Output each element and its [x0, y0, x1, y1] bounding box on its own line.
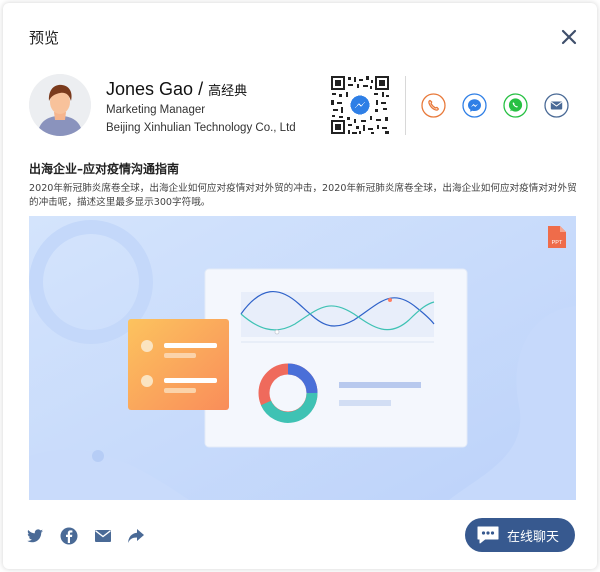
contact-name: Jones Gao / 高经典 — [106, 79, 247, 100]
preview-card: 预览 Jones Gao / 高经典 Marketing Manager Bei… — [3, 3, 597, 569]
name-chinese: 高经典 — [208, 84, 248, 99]
article-description: 2020年新冠肺炎席卷全球，出海企业如何应对疫情对对外贸的冲击，2020年新冠肺… — [29, 183, 577, 208]
close-icon[interactable] — [559, 27, 579, 47]
page-title: 预览 — [29, 29, 60, 47]
online-chat-button[interactable]: 在线聊天 — [465, 518, 575, 552]
email-share-icon[interactable] — [93, 526, 113, 546]
messenger-icon[interactable] — [462, 93, 487, 118]
email-icon[interactable] — [544, 93, 569, 118]
twitter-icon[interactable] — [25, 526, 45, 546]
phone-icon[interactable] — [421, 93, 446, 118]
file-type-badge: PPT — [552, 240, 563, 246]
article-title: 出海企业–应对疫情沟通指南 — [29, 162, 180, 176]
chat-bubble-icon — [477, 526, 499, 544]
share-arrow-icon[interactable] — [126, 526, 146, 546]
job-title: Marketing Manager — [106, 104, 206, 116]
divider — [405, 76, 406, 135]
name-separator: / — [198, 79, 204, 99]
company-name: Beijing Xinhulian Technology Co., Ltd — [106, 122, 296, 134]
avatar — [29, 74, 91, 136]
qr-code-messenger-icon — [330, 75, 390, 135]
ppt-file-icon: PPT — [548, 226, 566, 248]
name-english: Jones Gao — [106, 79, 194, 99]
chat-button-label: 在线聊天 — [507, 529, 560, 545]
facebook-icon[interactable] — [59, 526, 79, 546]
whatsapp-icon[interactable] — [503, 93, 528, 118]
article-cover-image[interactable]: PPT — [29, 216, 576, 500]
